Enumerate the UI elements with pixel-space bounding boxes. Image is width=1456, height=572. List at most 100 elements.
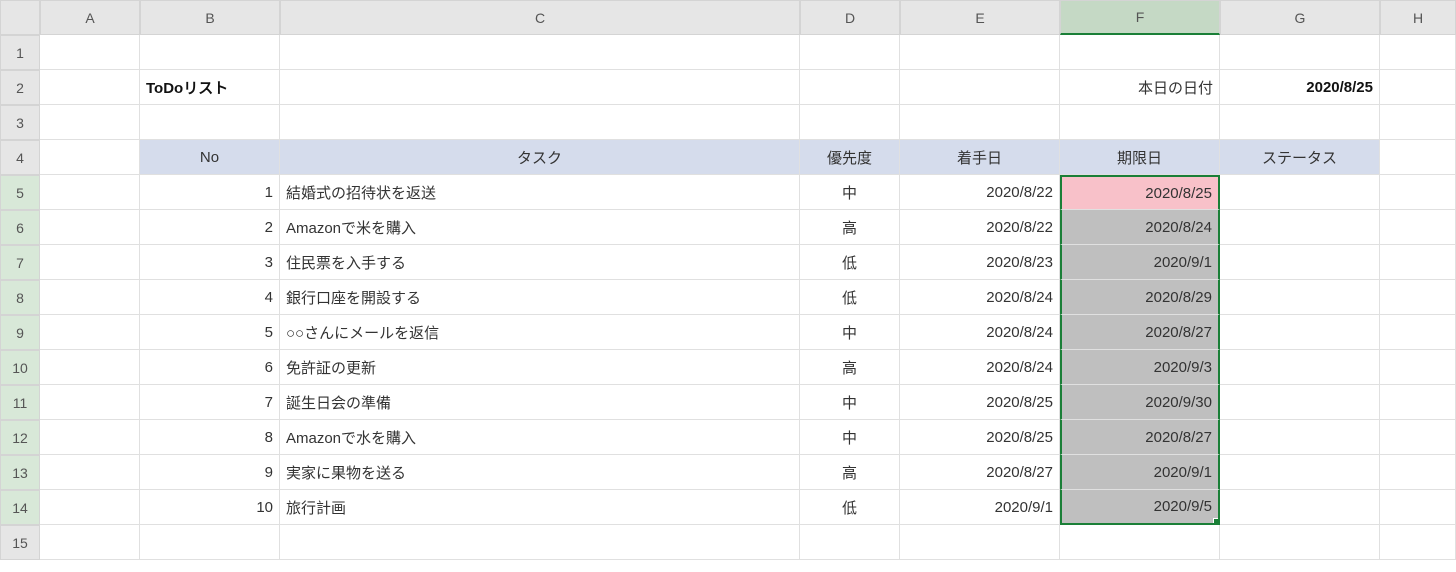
cell[interactable] — [140, 525, 280, 560]
cell-no[interactable]: 1 — [140, 175, 280, 210]
cell-no[interactable]: 6 — [140, 350, 280, 385]
cell-task[interactable]: 住民票を入手する — [280, 245, 800, 280]
cell-task[interactable]: ○○さんにメールを返信 — [280, 315, 800, 350]
cell-due[interactable]: 2020/9/5 — [1060, 490, 1220, 525]
cell-priority[interactable]: 低 — [800, 280, 900, 315]
cell[interactable] — [1380, 525, 1456, 560]
th-priority[interactable]: 優先度 — [800, 140, 900, 175]
cell-due[interactable]: 2020/9/1 — [1060, 455, 1220, 490]
row-header-10[interactable]: 10 — [0, 350, 40, 385]
cell[interactable] — [280, 70, 800, 105]
row-header-9[interactable]: 9 — [0, 315, 40, 350]
row-header-8[interactable]: 8 — [0, 280, 40, 315]
cell[interactable] — [280, 105, 800, 140]
cell[interactable] — [40, 70, 140, 105]
row-header-6[interactable]: 6 — [0, 210, 40, 245]
cell[interactable] — [800, 70, 900, 105]
cell-no[interactable]: 9 — [140, 455, 280, 490]
col-header-B[interactable]: B — [140, 0, 280, 35]
cell-status[interactable] — [1220, 245, 1380, 280]
col-header-A[interactable]: A — [40, 0, 140, 35]
cell[interactable] — [140, 35, 280, 70]
cell[interactable] — [800, 525, 900, 560]
row-header-3[interactable]: 3 — [0, 105, 40, 140]
cell-start[interactable]: 2020/8/24 — [900, 315, 1060, 350]
cell-due[interactable]: 2020/8/27 — [1060, 420, 1220, 455]
row-header-12[interactable]: 12 — [0, 420, 40, 455]
th-start[interactable]: 着手日 — [900, 140, 1060, 175]
row-header-13[interactable]: 13 — [0, 455, 40, 490]
cell-no[interactable]: 7 — [140, 385, 280, 420]
cell-no[interactable]: 8 — [140, 420, 280, 455]
cell-status[interactable] — [1220, 385, 1380, 420]
cell[interactable] — [40, 280, 140, 315]
cell-priority[interactable]: 中 — [800, 315, 900, 350]
cell[interactable] — [40, 140, 140, 175]
cell-priority[interactable]: 中 — [800, 385, 900, 420]
cell-task[interactable]: 誕生日会の準備 — [280, 385, 800, 420]
today-label[interactable]: 本日の日付 — [1060, 70, 1220, 105]
cell[interactable] — [1380, 420, 1456, 455]
cell-priority[interactable]: 低 — [800, 490, 900, 525]
cell[interactable] — [1380, 455, 1456, 490]
cell-no[interactable]: 4 — [140, 280, 280, 315]
cell-priority[interactable]: 高 — [800, 350, 900, 385]
cell-start[interactable]: 2020/8/24 — [900, 280, 1060, 315]
cell[interactable] — [40, 35, 140, 70]
cell[interactable] — [1380, 245, 1456, 280]
cell-task[interactable]: Amazonで水を購入 — [280, 420, 800, 455]
cell[interactable] — [1060, 35, 1220, 70]
row-header-2[interactable]: 2 — [0, 70, 40, 105]
cell-task[interactable]: 銀行口座を開設する — [280, 280, 800, 315]
cell[interactable] — [1380, 280, 1456, 315]
cell-no[interactable]: 5 — [140, 315, 280, 350]
cell-due[interactable]: 2020/9/1 — [1060, 245, 1220, 280]
cell[interactable] — [1380, 315, 1456, 350]
th-due[interactable]: 期限日 — [1060, 140, 1220, 175]
cell-start[interactable]: 2020/8/23 — [900, 245, 1060, 280]
cell[interactable] — [1380, 385, 1456, 420]
row-header-4[interactable]: 4 — [0, 140, 40, 175]
cell-start[interactable]: 2020/8/22 — [900, 210, 1060, 245]
cell[interactable] — [1380, 35, 1456, 70]
col-header-C[interactable]: C — [280, 0, 800, 35]
cell-due[interactable]: 2020/8/25 — [1060, 175, 1220, 210]
th-status[interactable]: ステータス — [1220, 140, 1380, 175]
cell-task[interactable]: 免許証の更新 — [280, 350, 800, 385]
row-header-14[interactable]: 14 — [0, 490, 40, 525]
cell-priority[interactable]: 低 — [800, 245, 900, 280]
col-header-H[interactable]: H — [1380, 0, 1456, 35]
row-header-15[interactable]: 15 — [0, 525, 40, 560]
cell[interactable] — [280, 525, 800, 560]
cell-due[interactable]: 2020/9/3 — [1060, 350, 1220, 385]
cell-status[interactable] — [1220, 280, 1380, 315]
cell[interactable] — [40, 350, 140, 385]
cell[interactable] — [1380, 490, 1456, 525]
title-cell[interactable]: ToDoリスト — [140, 70, 280, 105]
cell-start[interactable]: 2020/8/25 — [900, 420, 1060, 455]
row-header-7[interactable]: 7 — [0, 245, 40, 280]
cell-no[interactable]: 2 — [140, 210, 280, 245]
cell-status[interactable] — [1220, 350, 1380, 385]
cell-status[interactable] — [1220, 455, 1380, 490]
cell-no[interactable]: 10 — [140, 490, 280, 525]
cell-due[interactable]: 2020/8/29 — [1060, 280, 1220, 315]
cell-task[interactable]: 結婚式の招待状を返送 — [280, 175, 800, 210]
cell-start[interactable]: 2020/8/25 — [900, 385, 1060, 420]
th-no[interactable]: No — [140, 140, 280, 175]
cell[interactable] — [40, 385, 140, 420]
cell[interactable] — [40, 210, 140, 245]
cell-priority[interactable]: 中 — [800, 420, 900, 455]
spreadsheet-grid[interactable]: ABCDEFGH12ToDoリスト本日の日付2020/8/2534Noタスク優先… — [0, 0, 1456, 560]
cell[interactable] — [1380, 140, 1456, 175]
cell-no[interactable]: 3 — [140, 245, 280, 280]
cell[interactable] — [1380, 210, 1456, 245]
col-header-D[interactable]: D — [800, 0, 900, 35]
cell-task[interactable]: 旅行計画 — [280, 490, 800, 525]
select-all-corner[interactable] — [0, 0, 40, 35]
cell-status[interactable] — [1220, 175, 1380, 210]
today-value[interactable]: 2020/8/25 — [1220, 70, 1380, 105]
cell-task[interactable]: Amazonで米を購入 — [280, 210, 800, 245]
cell-task[interactable]: 実家に果物を送る — [280, 455, 800, 490]
cell-due[interactable]: 2020/8/24 — [1060, 210, 1220, 245]
